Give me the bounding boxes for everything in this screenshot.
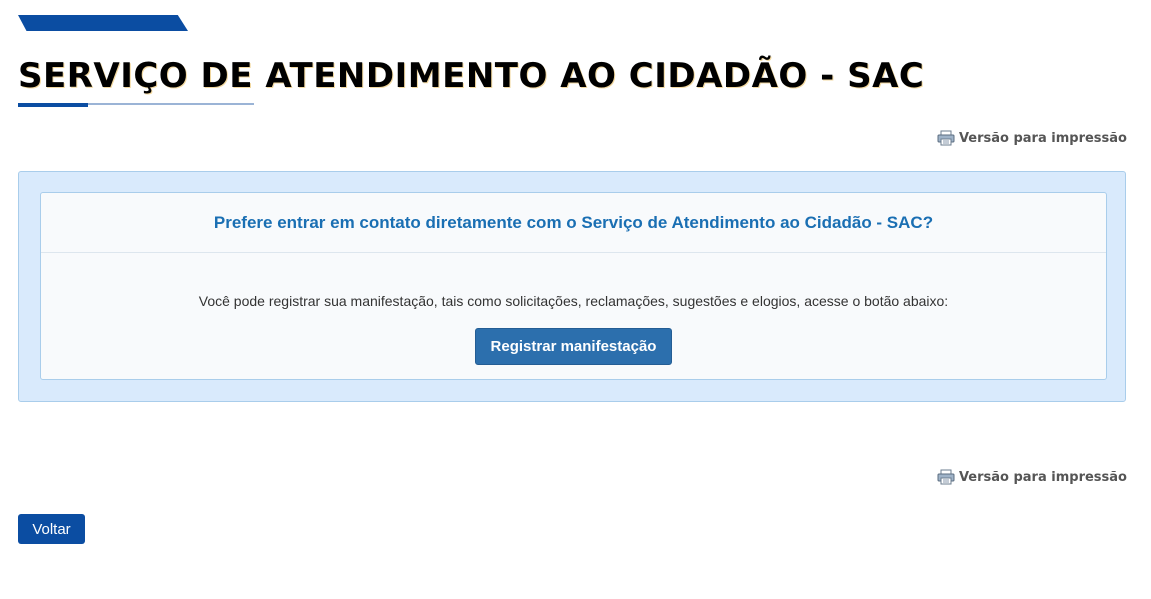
print-version-label: Versão para impressão <box>958 469 1127 485</box>
print-version-link-top[interactable]: Versão para impressão <box>937 130 1127 146</box>
sac-body: Você pode registrar sua manifestação, ta… <box>41 293 1106 309</box>
print-version-label: Versão para impressão <box>958 130 1127 146</box>
back-button[interactable]: Voltar <box>18 514 85 544</box>
print-version-link-bottom[interactable]: Versão para impressão <box>937 469 1127 485</box>
sac-heading-row: Prefere entrar em contato diretamente co… <box>41 193 1106 253</box>
printer-icon <box>937 130 955 146</box>
sac-panel: Prefere entrar em contato diretamente co… <box>18 171 1126 402</box>
title-underline-accent <box>18 103 88 107</box>
printer-icon <box>937 469 955 485</box>
top-accent-bar <box>18 15 188 31</box>
sac-heading: Prefere entrar em contato diretamente co… <box>213 212 934 232</box>
sac-description: Você pode registrar sua manifestação, ta… <box>198 293 949 309</box>
page-title: SERVIÇO DE ATENDIMENTO AO CIDADÃO - SAC <box>18 56 925 96</box>
register-manifestation-button[interactable]: Registrar manifestação <box>475 328 672 365</box>
page: SERVIÇO DE ATENDIMENTO AO CIDADÃO - SAC … <box>0 0 1151 599</box>
sac-card: Prefere entrar em contato diretamente co… <box>40 192 1107 380</box>
